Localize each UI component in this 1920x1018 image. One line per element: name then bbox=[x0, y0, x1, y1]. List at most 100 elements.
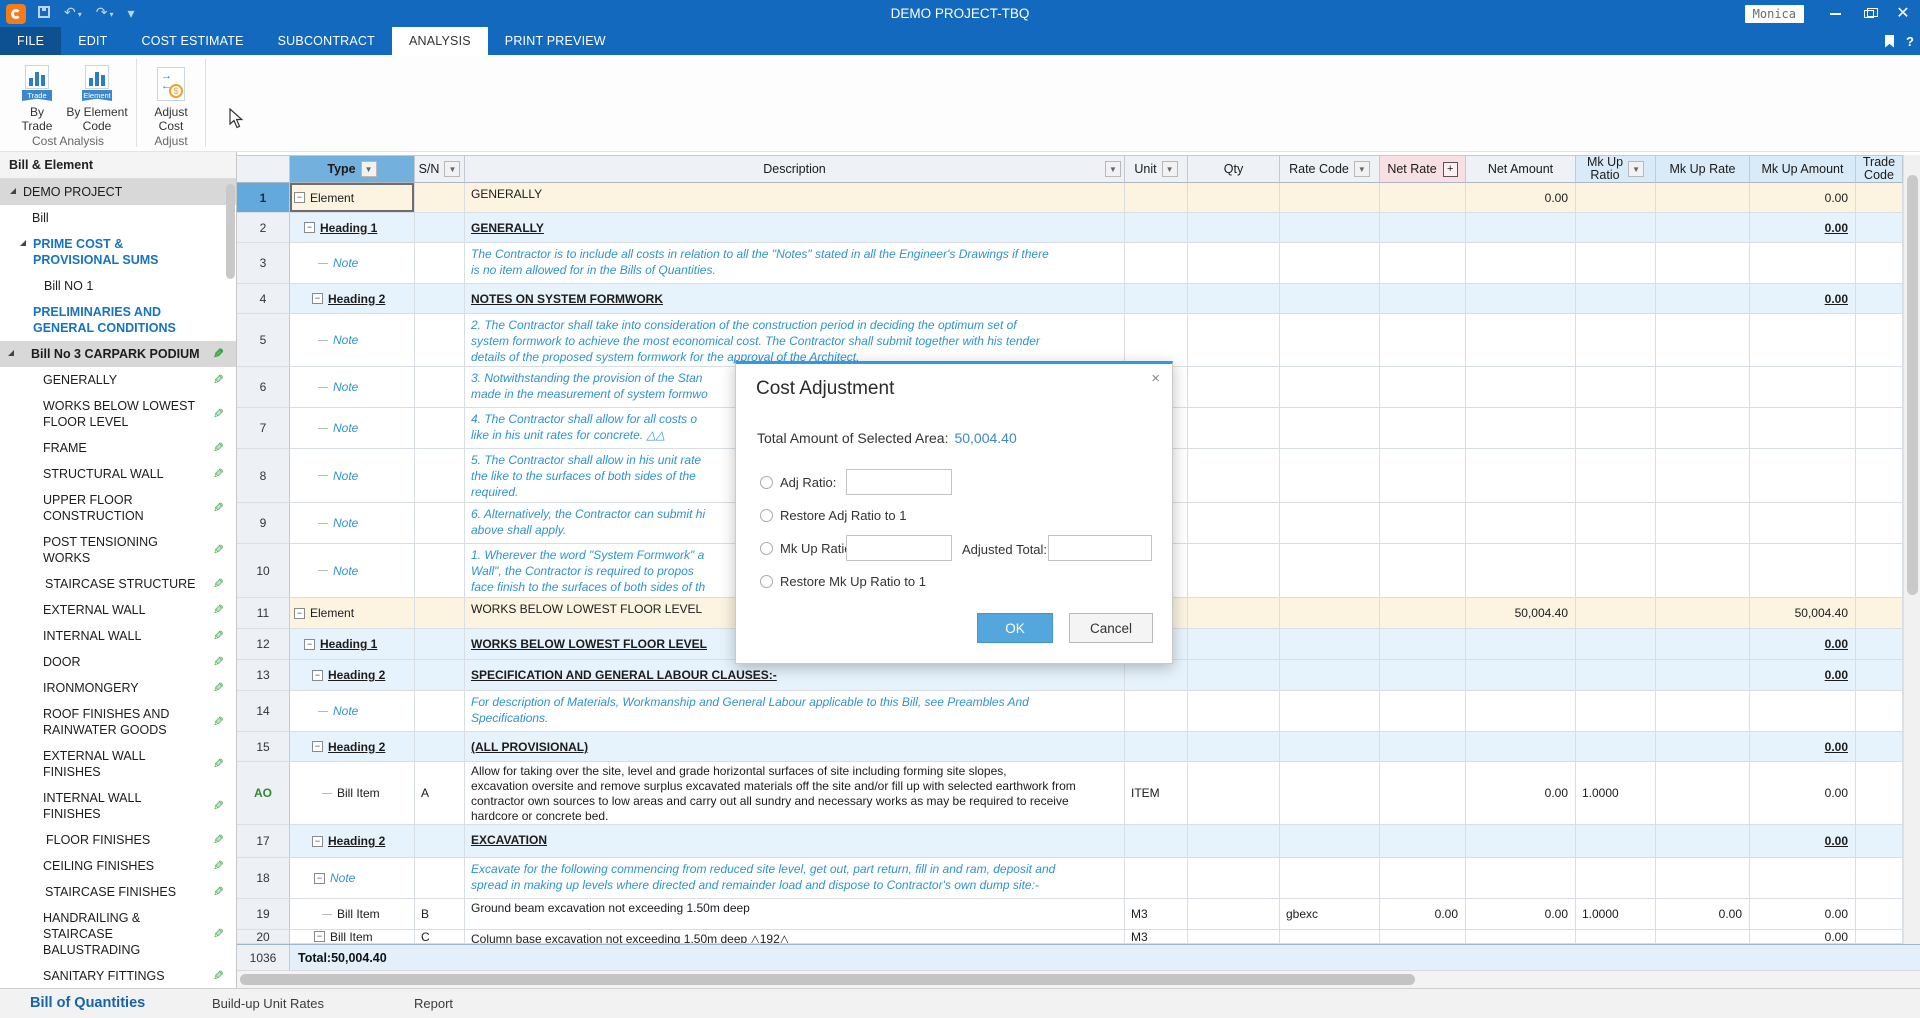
nr-cell[interactable] bbox=[1380, 367, 1466, 408]
sidebar-item-generally[interactable]: GENERALLY✎ bbox=[0, 367, 236, 393]
tc-cell[interactable] bbox=[1856, 858, 1903, 899]
qty-cell[interactable] bbox=[1188, 660, 1280, 691]
tc-cell[interactable] bbox=[1856, 825, 1903, 858]
description-cell[interactable]: 2. The Contractor shall take into consid… bbox=[465, 314, 1125, 367]
row-number[interactable]: 10 bbox=[237, 544, 290, 598]
sidebar-item-sanitary-fittings[interactable]: SANITARY FITTINGS✎ bbox=[0, 963, 236, 988]
mua-cell[interactable] bbox=[1750, 243, 1856, 284]
sn-cell[interactable] bbox=[415, 213, 465, 243]
column-header-mk-up-amount[interactable]: Mk Up Amount bbox=[1750, 155, 1856, 183]
sn-cell[interactable] bbox=[415, 691, 465, 732]
save-icon[interactable] bbox=[38, 0, 50, 27]
murate-cell[interactable] bbox=[1656, 243, 1750, 284]
tc-cell[interactable] bbox=[1856, 732, 1903, 762]
user-chip[interactable]: Monica bbox=[1745, 5, 1804, 23]
sn-cell[interactable] bbox=[415, 732, 465, 762]
na-cell[interactable] bbox=[1466, 858, 1576, 899]
row-number[interactable]: 1 bbox=[237, 183, 290, 213]
row-number[interactable]: 15 bbox=[237, 732, 290, 762]
table-row-3[interactable]: 3NoteThe Contractor is to include all co… bbox=[237, 243, 1903, 284]
sn-cell[interactable] bbox=[415, 284, 465, 314]
qty-cell[interactable] bbox=[1188, 183, 1280, 213]
tab-file[interactable]: FILE bbox=[0, 27, 61, 55]
cancel-button[interactable]: Cancel bbox=[1069, 613, 1153, 643]
row-number[interactable]: 18 bbox=[237, 858, 290, 899]
type-cell[interactable]: Note bbox=[290, 408, 415, 449]
qty-cell[interactable] bbox=[1188, 858, 1280, 899]
bookmark-icon[interactable] bbox=[1885, 35, 1894, 48]
rc-cell[interactable] bbox=[1280, 408, 1380, 449]
mur-cell[interactable] bbox=[1576, 243, 1656, 284]
by-trade-button[interactable]: Trade By Trade bbox=[6, 61, 68, 133]
murate-cell[interactable] bbox=[1656, 732, 1750, 762]
qty-cell[interactable] bbox=[1188, 544, 1280, 598]
tc-cell[interactable] bbox=[1856, 899, 1903, 930]
redo-icon[interactable]: ↷▾ bbox=[96, 0, 114, 28]
type-cell[interactable]: Note bbox=[290, 503, 415, 544]
close-button[interactable]: ✕ bbox=[1886, 0, 1920, 27]
table-row-20[interactable]: 20−Bill ItemCColumn base excavation not … bbox=[237, 930, 1903, 944]
column-header-net-amount[interactable]: Net Amount bbox=[1466, 155, 1576, 183]
type-cell[interactable]: −Element bbox=[290, 183, 415, 213]
qty-cell[interactable] bbox=[1188, 899, 1280, 930]
mur-cell[interactable] bbox=[1576, 183, 1656, 213]
sidebar-item-post-tensioning[interactable]: POST TENSIONING WORKS✎ bbox=[0, 529, 236, 571]
tc-cell[interactable] bbox=[1856, 213, 1903, 243]
mkup-ratio-input[interactable] bbox=[846, 535, 952, 561]
na-cell[interactable] bbox=[1466, 243, 1576, 284]
murate-cell[interactable] bbox=[1656, 213, 1750, 243]
qty-cell[interactable] bbox=[1188, 284, 1280, 314]
collapse-box-icon[interactable]: − bbox=[312, 670, 323, 681]
tc-cell[interactable] bbox=[1856, 660, 1903, 691]
murate-cell[interactable] bbox=[1656, 598, 1750, 629]
na-cell[interactable] bbox=[1466, 825, 1576, 858]
murate-cell[interactable] bbox=[1656, 825, 1750, 858]
statusbar-tab-build-up-unit-rates[interactable]: Build-up Unit Rates bbox=[212, 989, 324, 1018]
row-number[interactable]: 6 bbox=[237, 367, 290, 408]
description-cell[interactable]: SPECIFICATION AND GENERAL LABOUR CLAUSES… bbox=[465, 660, 1125, 691]
tree-expand-icon[interactable] bbox=[10, 188, 16, 194]
mua-cell[interactable] bbox=[1750, 544, 1856, 598]
column-header-rownum[interactable] bbox=[237, 155, 290, 183]
rc-cell[interactable] bbox=[1280, 449, 1380, 503]
type-cell[interactable]: Note bbox=[290, 544, 415, 598]
collapse-box-icon[interactable]: − bbox=[314, 873, 325, 884]
mkup-ratio-radio[interactable] bbox=[760, 542, 773, 555]
description-cell[interactable]: GENERALLY bbox=[465, 183, 1125, 213]
na-cell[interactable] bbox=[1466, 408, 1576, 449]
rc-cell[interactable] bbox=[1280, 598, 1380, 629]
type-cell[interactable]: Note bbox=[290, 367, 415, 408]
sidebar-item-floor-finishes[interactable]: FLOOR FINISHES✎ bbox=[0, 827, 236, 853]
nr-cell[interactable] bbox=[1380, 825, 1466, 858]
mur-cell[interactable] bbox=[1576, 408, 1656, 449]
unit-cell[interactable]: ITEM bbox=[1125, 762, 1188, 825]
unit-cell[interactable] bbox=[1125, 213, 1188, 243]
filter-icon[interactable]: ▼ bbox=[1105, 161, 1121, 177]
column-header-net-rate[interactable]: Net Rate+ bbox=[1380, 155, 1466, 183]
row-number[interactable]: 12 bbox=[237, 629, 290, 660]
expand-plus-icon[interactable]: + bbox=[1443, 162, 1458, 177]
mua-cell[interactable] bbox=[1750, 408, 1856, 449]
na-cell[interactable] bbox=[1466, 284, 1576, 314]
collapse-box-icon[interactable]: − bbox=[304, 222, 315, 233]
mua-cell[interactable]: 0.00 bbox=[1750, 762, 1856, 825]
sn-cell[interactable]: B bbox=[415, 899, 465, 930]
restore-adj-radio[interactable] bbox=[760, 509, 773, 522]
tc-cell[interactable] bbox=[1856, 629, 1903, 660]
help-icon[interactable]: ? bbox=[1906, 34, 1914, 49]
rc-cell[interactable] bbox=[1280, 691, 1380, 732]
nr-cell[interactable] bbox=[1380, 732, 1466, 762]
sn-cell[interactable] bbox=[415, 544, 465, 598]
table-row-15[interactable]: 15−Heading 2(ALL PROVISIONAL)0.00 bbox=[237, 732, 1903, 762]
rc-cell[interactable] bbox=[1280, 367, 1380, 408]
type-cell[interactable]: −Heading 2 bbox=[290, 284, 415, 314]
qty-cell[interactable] bbox=[1188, 930, 1280, 944]
mua-cell[interactable] bbox=[1750, 367, 1856, 408]
mur-cell[interactable] bbox=[1576, 284, 1656, 314]
column-header-trade-code[interactable]: Trade Code bbox=[1856, 155, 1903, 183]
nr-cell[interactable] bbox=[1380, 284, 1466, 314]
collapse-box-icon[interactable]: − bbox=[312, 741, 323, 752]
sidebar-item-external-wall[interactable]: EXTERNAL WALL FINISHES✎ bbox=[0, 743, 236, 785]
row-number[interactable]: 17 bbox=[237, 825, 290, 858]
tc-cell[interactable] bbox=[1856, 598, 1903, 629]
